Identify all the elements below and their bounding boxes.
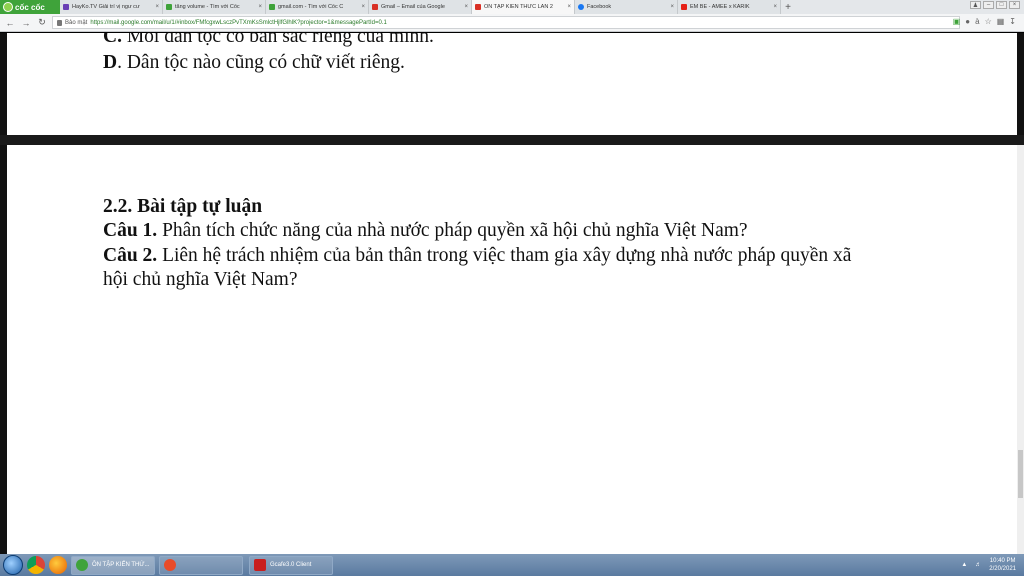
clock-time: 10:40 PM [989,558,1016,564]
tab-haykotv[interactable]: HayKo.TV Giải trí vị ngư cư × [60,0,163,14]
lock-icon [57,19,62,26]
tab-gmail[interactable]: Gmail – Email của Google × [369,0,472,14]
tab-search-volume[interactable]: tăng volume - Tìm với Cốc × [163,0,266,14]
gmail-icon [475,4,481,10]
option-letter: D [103,52,118,73]
question-text: Liên hệ trách nhiệm của bản thân trong v… [157,245,852,266]
question-text: Phân tích chức năng của nhà nước pháp qu… [157,220,748,241]
tab-search-gmail[interactable]: gmail.com - Tìm với Cốc C × [266,0,369,14]
close-icon[interactable]: × [258,4,262,10]
windows-taskbar: ÔN TẬP KIẾN THỨ... Gcafe3.0 Client ▲ ♬ 1… [0,554,1024,576]
question-label: Câu 2. [103,245,158,266]
tab-youtube[interactable]: EM BÉ - AMEE x KARIK × [678,0,781,14]
option-text: Mỗi dân tộc có bản sắc riêng của mình. [121,33,434,47]
back-icon[interactable]: ← [4,18,16,28]
question-2: Câu 2. Liên hệ trách nhiệm của bản thân … [103,244,851,268]
close-icon[interactable]: × [670,4,674,10]
coccoc-logo-icon [3,2,13,12]
coccoc-icon [76,559,88,571]
coccoc-search-icon [269,4,275,10]
taskbar-item-app[interactable] [159,555,243,575]
close-icon[interactable]: × [567,4,571,10]
tab-facebook[interactable]: Facebook × [575,0,678,14]
text-icon[interactable]: à [975,17,979,26]
gmail-icon [372,4,378,10]
question-2-continued: hội chủ nghĩa Việt Nam? [103,269,298,290]
address-bar[interactable]: Bảo mật https://mail.google.com/mail/u/1… [52,16,960,29]
tab-on-tap[interactable]: ÔN TẬP KIẾN THỨC LẦN 2 × [472,0,575,14]
answer-option-c: C. Mỗi dân tộc có bản sắc riêng của mình… [103,33,434,49]
close-icon[interactable]: × [155,4,159,10]
system-tray: ▲ ♬ 10:40 PM 2/20/2021 [961,557,1024,573]
chrome-icon[interactable] [27,556,45,574]
toolbar-icons: ▣ ● à ☆ ▦ ↧ [953,17,1016,26]
reload-icon[interactable]: ↻ [36,17,48,28]
extension-icon[interactable]: ▦ [997,17,1005,26]
tab-label: Gmail – Email của Google [381,4,445,10]
option-text: . Dân tộc nào cũng có chữ viết riêng. [117,52,405,73]
browser-tab-strip: cốc cốc HayKo.TV Giải trí vị ngư cư × tă… [0,0,1024,14]
scrollbar[interactable] [1017,145,1024,554]
security-label: Bảo mật [65,19,88,26]
start-button-icon[interactable] [3,555,23,575]
tab-label: tăng volume - Tìm với Cốc [175,4,240,10]
browser-toolbar: ← → ↻ Bảo mật https://mail.google.com/ma… [0,14,1024,32]
taskbar-item-gcafe[interactable]: Gcafe3.0 Client [249,555,333,575]
browser-brand[interactable]: cốc cốc [0,0,60,14]
scroll-thumb[interactable] [1018,450,1023,498]
close-icon[interactable]: × [773,4,777,10]
answer-option-d: D. Dân tộc nào cũng có chữ viết riêng. [103,51,405,75]
task-label: Gcafe3.0 Client [270,562,312,568]
option-letter: C. [103,33,122,47]
gcafe-icon [254,559,266,571]
tab-label: EM BÉ - AMEE x KARIK [690,4,750,10]
question-label: Câu 1. [103,220,158,241]
tab-label: Facebook [587,4,612,10]
close-icon[interactable]: × [361,4,365,10]
section-heading: 2.2. Bài tập tự luận [103,196,263,217]
minimize-icon[interactable]: – [983,1,994,9]
window-controls: ♟ – □ × [966,0,1024,14]
haykotv-icon [63,4,69,10]
tab-label: ÔN TẬP KIẾN THỨC LẦN 2 [484,4,553,10]
taskbar-item-coccoc[interactable]: ÔN TẬP KIẾN THỨ... [71,555,155,575]
close-window-icon[interactable]: × [1009,1,1020,9]
firefox-icon[interactable] [49,556,67,574]
url-text: https://mail.google.com/mail/u/1/#inbox/… [90,19,387,26]
pin-icon[interactable]: ● [965,17,970,26]
new-tab-button[interactable]: + [781,0,795,14]
coccoc-search-icon [166,4,172,10]
download-icon[interactable]: ↧ [1009,17,1016,26]
page-separator [0,135,1024,145]
translate-icon[interactable]: ▣ [953,17,961,26]
tab-label: HayKo.TV Giải trí vị ngư cư [72,4,140,10]
task-label: ÔN TẬP KIẾN THỨ... [92,562,150,568]
youtube-icon [681,4,687,10]
clock[interactable]: 10:40 PM 2/20/2021 [989,557,1016,573]
user-icon[interactable]: ♟ [970,1,981,9]
forward-icon[interactable]: → [20,18,32,28]
brand-label: cốc cốc [15,2,45,12]
app-icon [164,559,176,571]
document-page: C. Mỗi dân tộc có bản sắc riêng của mình… [7,33,1017,135]
clock-date: 2/20/2021 [989,566,1016,572]
maximize-icon[interactable]: □ [996,1,1007,9]
document-page: 2.2. Bài tập tự luận Câu 1. Phân tích ch… [7,145,1017,554]
tab-label: gmail.com - Tìm với Cốc C [278,4,344,10]
document-viewer[interactable]: C. Mỗi dân tộc có bản sắc riêng của mình… [0,33,1024,554]
facebook-icon [578,4,584,10]
star-icon[interactable]: ☆ [985,17,992,26]
question-1: Câu 1. Phân tích chức năng của nhà nước … [103,219,748,243]
volume-icon[interactable]: ♬ [975,562,981,568]
close-icon[interactable]: × [464,4,468,10]
tray-arrow-icon[interactable]: ▲ [961,562,967,568]
